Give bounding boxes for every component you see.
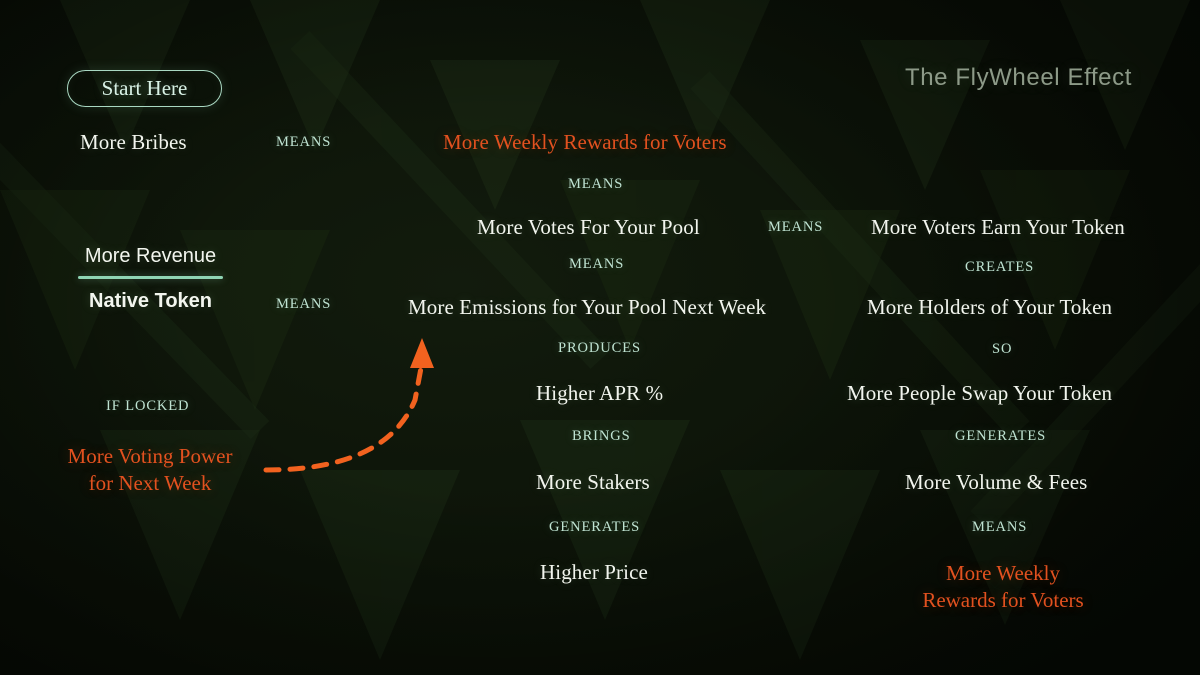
connector-mid-3: PRODUCES <box>558 340 641 356</box>
node-more-people-swap[interactable]: More People Swap Your Token <box>847 381 1112 406</box>
node-more-volume-fees[interactable]: More Volume & Fees <box>905 470 1087 495</box>
connector-revenue-means: MEANS <box>276 296 332 312</box>
connector-right-2: SO <box>992 341 1013 357</box>
final-line-1: More Weekly <box>946 561 1060 585</box>
node-more-voting-power[interactable]: More Voting Power for Next Week <box>40 443 260 497</box>
connector-mid-5: GENERATES <box>549 519 641 535</box>
connector-right-1: CREATES <box>965 259 1035 275</box>
connector-mid-2: MEANS <box>569 256 625 272</box>
node-more-emissions[interactable]: More Emissions for Your Pool Next Week <box>408 295 766 320</box>
final-line-2: Rewards for Voters <box>922 588 1084 612</box>
node-more-holders[interactable]: More Holders of Your Token <box>867 295 1112 320</box>
start-here-button[interactable]: Start Here <box>67 70 222 107</box>
node-higher-apr[interactable]: Higher APR % <box>536 381 663 406</box>
node-revenue-over-token[interactable]: More Revenue Native Token <box>78 242 223 315</box>
connector-mid-1: MEANS <box>568 176 624 192</box>
fraction-denominator: Native Token <box>89 289 212 312</box>
node-more-votes-for-pool[interactable]: More Votes For Your Pool <box>477 215 700 240</box>
connector-right-3: GENERATES <box>955 428 1047 444</box>
connector-mid-to-right: MEANS <box>768 219 824 235</box>
node-more-bribes[interactable]: More Bribes <box>80 130 187 155</box>
connector-if-locked: IF LOCKED <box>106 398 190 414</box>
fraction-bar <box>78 276 223 279</box>
start-here-label: Start Here <box>101 76 188 100</box>
node-more-stakers[interactable]: More Stakers <box>536 470 650 495</box>
voting-power-line-2: for Next Week <box>88 471 212 495</box>
node-more-voters-earn[interactable]: More Voters Earn Your Token <box>871 215 1125 240</box>
flywheel-diagram: Start Here The FlyWheel Effect More Brib… <box>0 0 1200 675</box>
voting-power-line-1: More Voting Power <box>67 444 233 468</box>
connector-bribes-means: MEANS <box>276 134 332 150</box>
connector-mid-4: BRINGS <box>572 428 631 444</box>
node-final-weekly-rewards[interactable]: More Weekly Rewards for Voters <box>892 560 1114 614</box>
node-more-weekly-rewards[interactable]: More Weekly Rewards for Voters <box>443 130 727 155</box>
node-higher-price[interactable]: Higher Price <box>540 560 648 585</box>
connector-right-4: MEANS <box>972 519 1028 535</box>
fraction-numerator: More Revenue <box>84 245 217 267</box>
page-title: The FlyWheel Effect <box>904 64 1132 91</box>
